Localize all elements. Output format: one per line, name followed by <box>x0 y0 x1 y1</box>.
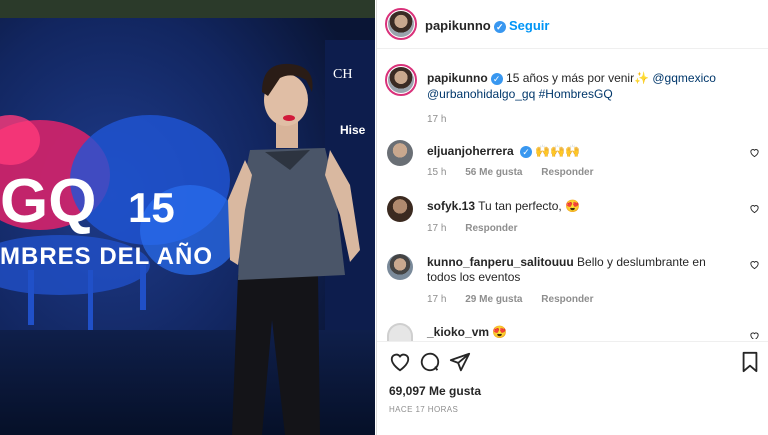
caption-time[interactable]: 17 h <box>427 114 446 125</box>
header-username-row: papikunno ✓ <box>425 18 506 33</box>
comment-meta: 17 h 29 Me gusta Responder <box>427 294 610 305</box>
caption-text: 15 años y más por venir <box>506 71 635 85</box>
photo-sponsor-1: CH <box>333 67 352 82</box>
photo-logo-gq: GQ <box>0 167 96 236</box>
bookmark-icon[interactable] <box>739 351 761 373</box>
heart-icon[interactable] <box>749 259 760 270</box>
caption-avatar[interactable] <box>385 64 417 96</box>
comment-username[interactable]: eljuanjoherrera <box>427 144 514 158</box>
photo-sponsor-2: Hise <box>340 123 366 137</box>
verified-icon: ✓ <box>490 72 503 85</box>
caption-mention-gqmexico[interactable]: @gqmexico <box>652 71 716 85</box>
heart-icon[interactable] <box>389 351 411 373</box>
comment-likes[interactable]: 29 Me gusta <box>465 294 522 305</box>
comment-item: eljuanjoherrera ✓ 🙌🙌🙌 <box>427 144 737 159</box>
comment-text: 🙌🙌🙌 <box>535 144 581 158</box>
comment-avatar[interactable] <box>387 140 413 166</box>
caption-username[interactable]: papikunno <box>427 71 488 85</box>
comment-reply-button[interactable]: Responder <box>541 167 593 178</box>
heart-icon[interactable] <box>749 330 760 339</box>
photo-logo-15: 15 <box>128 184 175 231</box>
comment-avatar[interactable] <box>387 254 413 280</box>
comment-text: 😍 <box>492 325 508 339</box>
follow-button[interactable]: Seguir <box>509 18 549 33</box>
caption-mention-urbanohidalgo[interactable]: @urbanohidalgo_gq <box>427 87 535 101</box>
header-username[interactable]: papikunno <box>425 18 491 33</box>
heart-icon[interactable] <box>749 203 760 214</box>
comment-time[interactable]: 17 h <box>427 294 446 305</box>
verified-icon: ✓ <box>520 145 533 158</box>
comment-time[interactable]: 17 h <box>427 223 446 234</box>
comment-username[interactable]: sofyk.13 <box>427 199 475 213</box>
comment-item: sofyk.13 Tu tan perfecto, 😍 <box>427 199 737 214</box>
post-side-panel: papikunno ✓ Seguir papikunno ✓ 15 años y m… <box>376 0 768 435</box>
action-bar <box>389 351 761 375</box>
header-divider <box>377 48 768 49</box>
verified-icon: ✓ <box>493 20 506 33</box>
comment-item: kunno_fanperu_salitouuu Bello y deslumbr… <box>427 255 737 285</box>
comment-reply-button[interactable]: Responder <box>465 223 517 234</box>
comment-reply-button[interactable]: Responder <box>541 294 593 305</box>
caption: papikunno ✓ 15 años y más por venir✨ @gqm… <box>427 70 747 128</box>
post-time-ago[interactable]: HACE 17 HORAS <box>389 405 458 414</box>
photo-banner-text: MBRES DEL AÑO <box>0 242 213 270</box>
comment-time[interactable]: 15 h <box>427 167 446 178</box>
photo-illustration: GQ 15 MBRES DEL AÑO CH Hise <box>0 0 375 435</box>
comment-avatar[interactable] <box>387 196 413 222</box>
comment-username[interactable]: kunno_fanperu_salitouuu <box>427 255 574 269</box>
comment-likes[interactable]: 56 Me gusta <box>465 167 522 178</box>
post-photo[interactable]: GQ 15 MBRES DEL AÑO CH Hise <box>0 0 375 435</box>
share-icon[interactable] <box>449 351 471 373</box>
comment-username[interactable]: _kioko_vm <box>427 325 489 339</box>
comment-icon[interactable] <box>419 351 441 373</box>
caption-hashtag[interactable]: #HombresGQ <box>539 87 613 101</box>
actions-divider <box>377 341 768 342</box>
caption-meta: 17 h <box>427 112 747 128</box>
heart-icon[interactable] <box>749 147 760 158</box>
comment-meta: 15 h 56 Me gusta Responder <box>427 167 610 178</box>
sparkles-icon: ✨ <box>634 71 650 85</box>
likes-count[interactable]: 69,097 Me gusta <box>389 384 481 398</box>
comment-avatar[interactable] <box>387 323 413 341</box>
header-avatar[interactable] <box>385 8 417 40</box>
comment-text: Tu tan perfecto, 😍 <box>478 199 581 213</box>
comment-item: _kioko_vm 😍 <box>427 325 737 340</box>
comment-meta: 17 h Responder <box>427 223 533 234</box>
